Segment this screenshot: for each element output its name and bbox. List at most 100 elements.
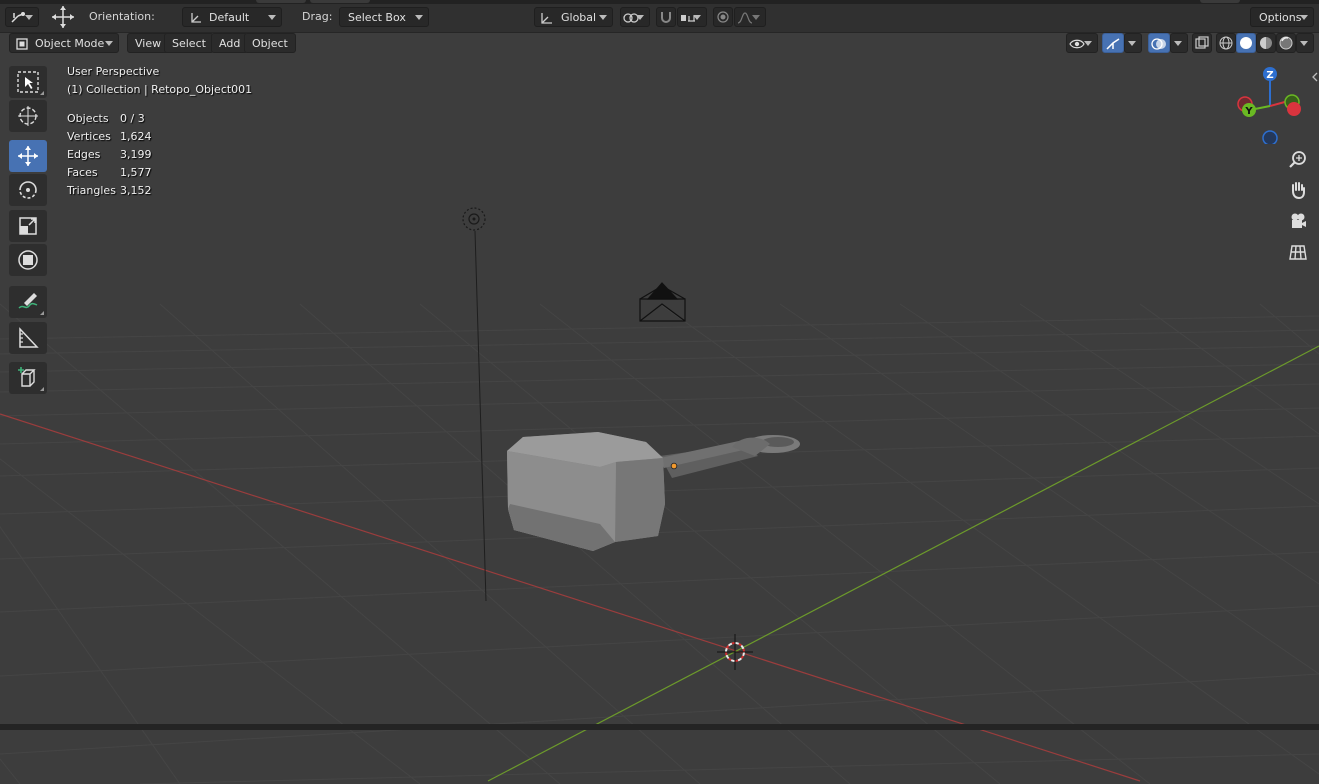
menu-view[interactable]: View — [127, 33, 170, 53]
editor-type-button[interactable] — [5, 7, 39, 27]
zoom-button[interactable] — [1286, 148, 1310, 172]
stat-label: Vertices — [67, 130, 111, 143]
floor-grid — [0, 303, 1319, 784]
sidebar-toggle-arrow-icon[interactable] — [1311, 72, 1319, 82]
view-perspective-label: User Perspective — [67, 65, 160, 78]
gizmo-icon — [1106, 38, 1120, 50]
tab-nub[interactable] — [1200, 0, 1240, 3]
gizmo-dropdown[interactable] — [1124, 33, 1142, 53]
object-origin — [670, 462, 678, 470]
drag-dropdown[interactable]: Select Box — [339, 7, 429, 27]
menu-select[interactable]: Select — [164, 33, 214, 53]
menu-object[interactable]: Object — [244, 33, 296, 53]
xray-icon — [1195, 36, 1209, 49]
options-dropdown[interactable]: Options — [1250, 7, 1314, 27]
proportional-edit-toggle[interactable] — [713, 7, 733, 27]
xray-toggle[interactable] — [1192, 33, 1212, 53]
cursor-tool[interactable] — [9, 100, 47, 132]
scale-icon — [19, 217, 37, 235]
proportional-edit-icon — [717, 11, 729, 23]
overlays-dropdown[interactable] — [1170, 33, 1188, 53]
stat-label: Faces — [67, 166, 98, 179]
camera-view-button[interactable] — [1286, 209, 1310, 233]
stat-value: 3,152 — [120, 184, 152, 197]
visibility-dropdown[interactable] — [1066, 33, 1098, 53]
eye-icon — [1069, 39, 1085, 49]
hand-icon — [1292, 182, 1305, 200]
add-cube-icon — [18, 367, 36, 387]
bottom-edge-strip — [0, 724, 1319, 730]
viewport-header: Object Mode View Select Add Object — [0, 32, 1319, 54]
shading-rendered-button[interactable] — [1276, 33, 1296, 53]
viewport-scene[interactable] — [0, 54, 1319, 784]
ortho-toggle-button[interactable] — [1286, 240, 1310, 264]
object-mode-icon — [16, 38, 28, 50]
gizmo-toggle[interactable] — [1102, 33, 1124, 53]
overlays-icon — [1151, 38, 1166, 50]
transform-tool[interactable] — [9, 244, 47, 276]
magnet-icon — [661, 12, 671, 23]
snap-target-dropdown[interactable] — [677, 7, 707, 27]
grid-perspective-icon — [1289, 245, 1307, 260]
scale-tool[interactable] — [9, 210, 47, 242]
solid-sphere-icon — [1240, 37, 1252, 49]
3d-cursor[interactable] — [717, 634, 753, 670]
stat-value: 3,199 — [120, 148, 152, 161]
measure-tool[interactable] — [9, 322, 47, 354]
zoom-magnifier-icon — [1289, 151, 1306, 168]
y-axis-line — [487, 345, 1319, 782]
header-tab-strip — [0, 0, 1319, 4]
drag-label: Drag: — [302, 10, 333, 23]
tab-nub[interactable] — [310, 0, 370, 3]
pivot-point-dropdown[interactable] — [620, 7, 650, 27]
gizmo-y-label: Y — [1244, 106, 1253, 117]
tab-nub[interactable] — [256, 0, 306, 3]
camera-object[interactable] — [639, 282, 686, 322]
shading-dropdown[interactable] — [1296, 33, 1314, 53]
select-box-icon — [17, 71, 39, 93]
stat-value: 1,577 — [120, 166, 152, 179]
stat-value: 0 / 3 — [120, 112, 145, 125]
orientation-value: Default — [209, 11, 250, 24]
mode-dropdown[interactable]: Object Mode — [9, 33, 119, 53]
move-icon — [18, 146, 38, 166]
shading-material-button[interactable] — [1256, 33, 1276, 53]
rotate-icon — [19, 181, 37, 199]
rendered-sphere-icon — [1279, 36, 1293, 50]
navigation-gizmo[interactable]: Z Y — [1232, 64, 1312, 144]
transform-orientation-dropdown[interactable]: Global — [534, 7, 613, 27]
move-tool[interactable] — [9, 140, 47, 172]
cursor-icon — [18, 106, 38, 126]
tool-settings-header: Orientation: Default Drag: Select Box Gl… — [0, 0, 1319, 33]
move-arrows-icon — [52, 6, 74, 28]
material-sphere-icon — [1260, 37, 1272, 49]
hammer-mesh[interactable] — [507, 432, 800, 551]
menu-add[interactable]: Add — [211, 33, 249, 53]
stat-label: Objects — [67, 112, 109, 125]
collection-info-label: (1) Collection | Retopo_Object001 — [67, 83, 253, 96]
orientation-icon — [191, 13, 201, 23]
overlays-toggle[interactable] — [1148, 33, 1170, 53]
pan-button[interactable] — [1286, 178, 1310, 202]
orientation-dropdown[interactable]: Default — [182, 7, 282, 27]
drag-value: Select Box — [348, 11, 406, 24]
snap-toggle[interactable] — [656, 7, 676, 27]
add-cube-tool[interactable] — [9, 362, 47, 394]
wireframe-sphere-icon — [1219, 36, 1233, 50]
options-label: Options — [1259, 11, 1302, 24]
shading-solid-button[interactable] — [1236, 33, 1256, 53]
stat-value: 1,624 — [120, 130, 152, 143]
ruler-icon — [19, 327, 39, 348]
camera-icon — [1291, 213, 1306, 228]
orientation-label: Orientation: — [89, 10, 155, 23]
stat-label: Edges — [67, 148, 101, 161]
annotate-tool[interactable] — [9, 286, 47, 318]
falloff-dropdown[interactable] — [734, 7, 766, 27]
annotate-pencil-icon — [18, 293, 38, 309]
3d-viewport[interactable]: User Perspective (1) Collection | Retopo… — [0, 54, 1319, 784]
shading-wireframe-button[interactable] — [1216, 33, 1236, 53]
rotate-tool[interactable] — [9, 174, 47, 206]
stat-label: Triangles — [67, 184, 116, 197]
select-box-tool[interactable] — [9, 66, 47, 98]
global-axes-icon — [541, 13, 552, 24]
